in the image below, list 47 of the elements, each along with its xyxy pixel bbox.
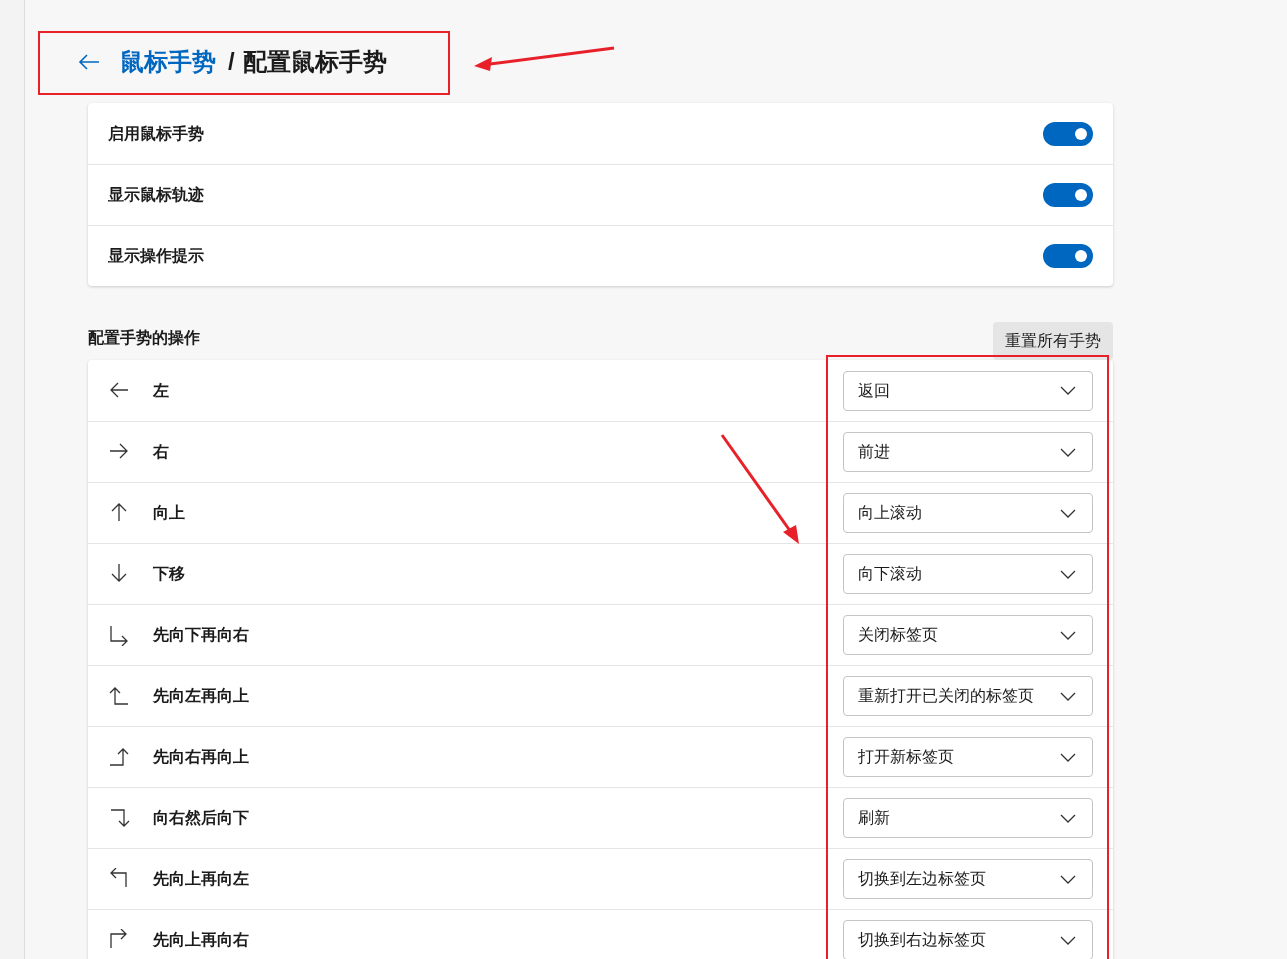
action-dropdown[interactable]: 刷新 (843, 798, 1093, 838)
action-dropdown[interactable]: 向上滚动 (843, 493, 1093, 533)
down-right-arrow-icon (108, 624, 130, 646)
gesture-label: 左 (153, 380, 170, 401)
gesture-label: 先向右再向上 (153, 747, 250, 767)
action-dropdown[interactable]: 前进 (843, 432, 1093, 472)
action-dropdown[interactable]: 向下滚动 (843, 554, 1093, 594)
section-title: 配置手势的操作 (88, 328, 200, 348)
toggle-switch[interactable] (1043, 121, 1093, 146)
breadcrumb-separator: / (228, 47, 235, 77)
action-dropdown[interactable]: 重新打开已关闭的标签页 (843, 676, 1093, 716)
reset-button[interactable]: 重置所有手势 (993, 322, 1113, 360)
setting-label: 显示操作提示 (108, 246, 204, 266)
right-down-arrow-icon (108, 807, 130, 829)
up-left-arrow-icon (108, 868, 130, 890)
chevron-down-icon (1060, 691, 1076, 701)
chevron-down-icon (1060, 813, 1076, 823)
chevron-down-icon (1060, 935, 1076, 945)
toggle-switch[interactable] (1043, 244, 1093, 268)
action-dropdown[interactable]: 切换到右边标签页 (843, 920, 1093, 959)
gesture-label: 先向左再向上 (153, 686, 250, 706)
action-dropdown[interactable]: 返回 (843, 370, 1093, 411)
left-up-arrow-icon (108, 685, 130, 707)
action-dropdown[interactable]: 切换到左边标签页 (843, 859, 1093, 899)
setting-label: 显示鼠标轨迹 (108, 185, 204, 205)
gesture-label: 先向下再向右 (153, 625, 250, 645)
gesture-label: 右 (153, 442, 170, 462)
chevron-down-icon (1060, 874, 1076, 884)
right-up-arrow-icon (108, 746, 130, 768)
gesture-label: 先向上再向左 (153, 869, 250, 889)
gesture-label: 向上 (153, 503, 186, 523)
chevron-down-icon (1060, 752, 1076, 762)
setting-label: 启用鼠标手势 (108, 123, 204, 144)
back-arrow-icon[interactable] (78, 53, 100, 71)
chevron-down-icon (1060, 447, 1076, 457)
breadcrumb-link[interactable]: 鼠标手势 (120, 44, 216, 80)
gesture-label: 先向上再向右 (153, 930, 250, 950)
action-dropdown[interactable]: 打开新标签页 (843, 737, 1093, 777)
gesture-label: 下移 (153, 564, 186, 584)
gesture-label: 向右然后向下 (153, 808, 250, 828)
toggle-switch[interactable] (1043, 183, 1093, 207)
chevron-down-icon (1060, 630, 1076, 640)
chevron-down-icon (1060, 386, 1076, 395)
page-title: 配置鼠标手势 (242, 47, 387, 77)
action-dropdown[interactable]: 关闭标签页 (843, 615, 1093, 655)
chevron-down-icon (1060, 508, 1076, 518)
chevron-down-icon (1060, 569, 1076, 579)
